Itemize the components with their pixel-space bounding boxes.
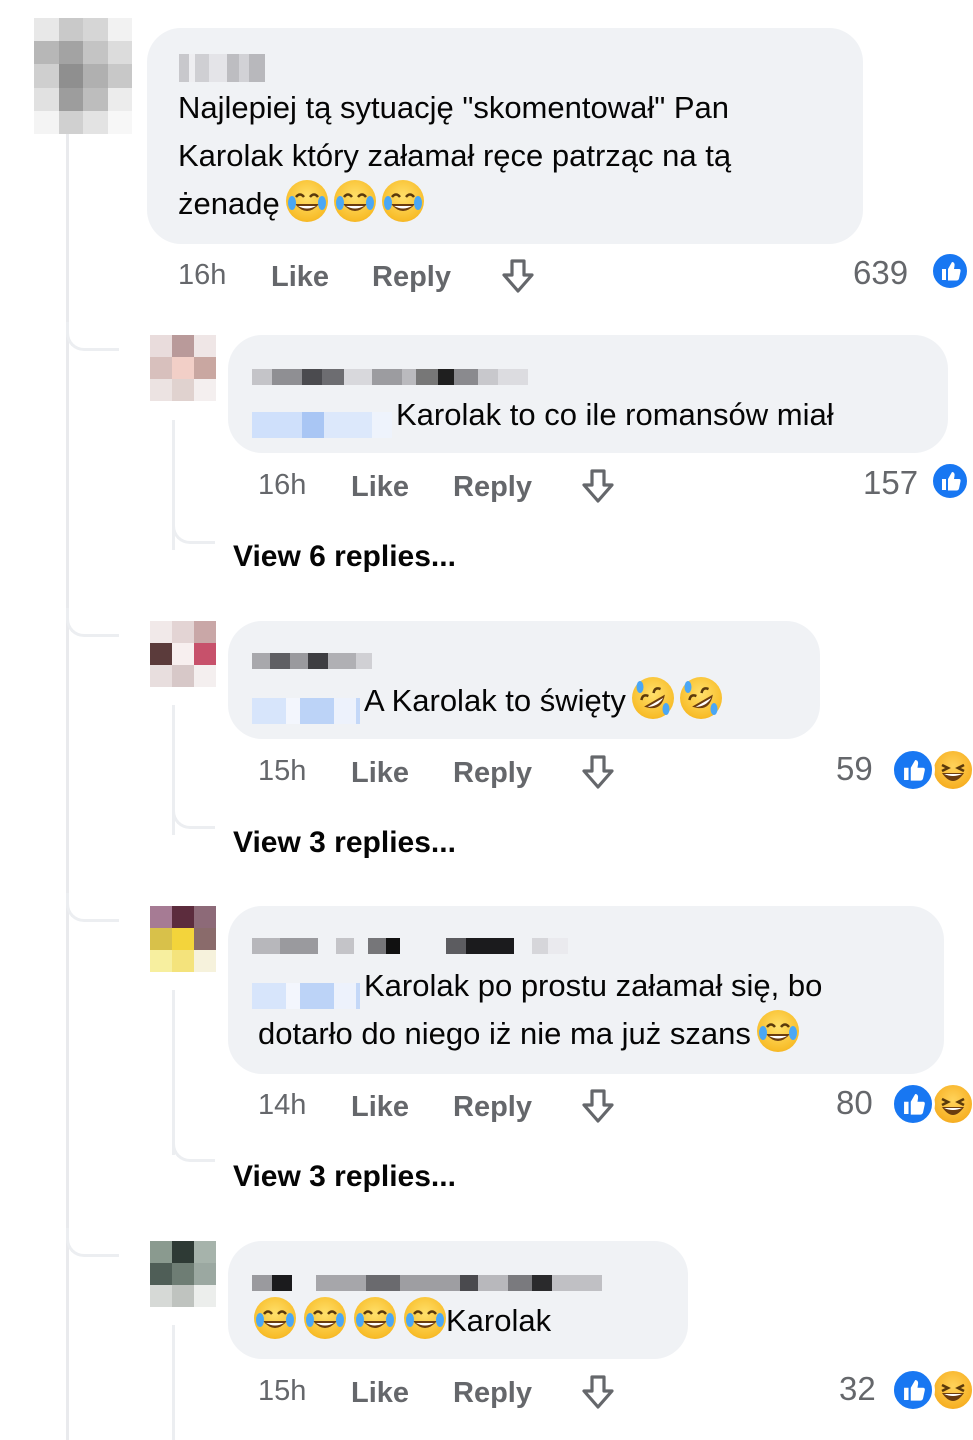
avatar[interactable] — [150, 335, 216, 401]
downvote-arrow-icon[interactable] — [579, 1373, 617, 1411]
author-name[interactable] — [252, 369, 528, 385]
reply-button[interactable]: Reply — [453, 757, 532, 790]
reply-connector — [172, 800, 215, 829]
comment-text: A Karolak to święty — [252, 677, 722, 725]
laughing-tears-emoji — [254, 1297, 296, 1339]
comment-text-line: A Karolak to święty — [364, 683, 626, 718]
like-reaction-icon[interactable] — [930, 251, 970, 291]
comment-text: Karolak który załamał ręce patrząc na tą — [178, 138, 732, 173]
author-name[interactable] — [252, 653, 372, 669]
rofl-emoji — [631, 677, 674, 719]
comment-text-line: Karolak — [446, 1303, 552, 1338]
reply-connector — [66, 322, 119, 351]
laughing-tears-emoji — [304, 1297, 346, 1339]
mention-tag[interactable] — [252, 404, 392, 438]
mention-tag[interactable] — [252, 975, 360, 1009]
comment-time[interactable]: 15h — [258, 1375, 306, 1408]
comment-bubble[interactable]: Karolak — [228, 1241, 688, 1359]
comment-text: Karolak — [254, 1297, 551, 1345]
reply-button[interactable]: Reply — [453, 1091, 532, 1124]
comment-text: Karolak to co ile romansów miał — [252, 391, 834, 439]
laughing-tears-emoji — [404, 1297, 446, 1339]
comment-time[interactable]: 15h — [258, 755, 306, 788]
comment-bubble[interactable]: Karolak po prostu załamał się, bo dotarł… — [228, 906, 944, 1074]
like-reaction-icon[interactable] — [930, 461, 970, 501]
laughing-tears-emoji — [756, 1010, 799, 1052]
comment-text-line: Karolak to co ile romansów miał — [396, 397, 834, 432]
laughing-tears-emoji — [285, 180, 328, 222]
laughing-tears-emoji — [333, 180, 376, 222]
comment-text-line: dotarło do niego iż nie ma już szans — [258, 1016, 751, 1051]
comment-time[interactable]: 16h — [258, 469, 306, 502]
downvote-arrow-icon[interactable] — [579, 467, 617, 505]
comment-time[interactable]: 16h — [178, 259, 226, 292]
mention-tag[interactable] — [252, 690, 360, 724]
reaction-count[interactable]: 639 — [853, 254, 908, 292]
comment-text: żenadę — [178, 180, 424, 228]
reaction-count[interactable]: 157 — [863, 464, 918, 502]
like-button[interactable]: Like — [351, 757, 409, 790]
comment-text: Najlepiej tą sytuację "skomentował" Pan — [178, 90, 730, 125]
haha-reaction-icon[interactable] — [931, 748, 973, 792]
reply-thread-line — [172, 990, 175, 1155]
reply-button[interactable]: Reply — [453, 471, 532, 504]
author-name[interactable] — [179, 54, 265, 82]
downvote-arrow-icon[interactable] — [579, 753, 617, 791]
like-reaction-icon[interactable] — [891, 1368, 935, 1412]
view-replies-link[interactable]: View 6 replies... — [233, 540, 456, 574]
reply-connector — [172, 1133, 215, 1162]
avatar[interactable] — [150, 906, 216, 972]
comment-text: Karolak po prostu załamał się, bo — [252, 962, 822, 1010]
like-reaction-icon[interactable] — [891, 1082, 935, 1126]
like-button[interactable]: Like — [271, 261, 329, 294]
downvote-arrow-icon[interactable] — [499, 257, 537, 295]
rofl-emoji — [679, 677, 722, 719]
author-name[interactable] — [252, 1275, 602, 1291]
view-replies-link[interactable]: View 3 replies... — [233, 826, 456, 860]
author-name[interactable] — [252, 938, 568, 954]
comment-time[interactable]: 14h — [258, 1089, 306, 1122]
like-button[interactable]: Like — [351, 1377, 409, 1410]
haha-reaction-icon[interactable] — [931, 1082, 973, 1126]
reply-connector — [66, 1228, 119, 1257]
like-button[interactable]: Like — [351, 471, 409, 504]
avatar[interactable] — [150, 621, 216, 687]
comment-bubble[interactable]: Najlepiej tą sytuację "skomentował" Pan … — [147, 28, 863, 244]
comment-text: dotarło do niego iż nie ma już szans — [258, 1010, 799, 1058]
view-replies-link[interactable]: View 3 replies... — [233, 1160, 456, 1194]
reply-connector — [172, 515, 215, 544]
comment-bubble[interactable]: A Karolak to święty — [228, 621, 820, 739]
comment-bubble[interactable]: Karolak to co ile romansów miał — [228, 335, 948, 453]
downvote-arrow-icon[interactable] — [579, 1087, 617, 1125]
like-button[interactable]: Like — [351, 1091, 409, 1124]
comment-text-line: żenadę — [178, 186, 280, 221]
laughing-tears-emoji — [381, 180, 424, 222]
reaction-count[interactable]: 32 — [839, 1370, 876, 1408]
comment-text-line: Karolak po prostu załamał się, bo — [364, 968, 823, 1003]
like-reaction-icon[interactable] — [891, 748, 935, 792]
laughing-tears-emoji — [354, 1297, 396, 1339]
avatar[interactable] — [150, 1241, 216, 1307]
reply-button[interactable]: Reply — [372, 261, 451, 294]
reply-connector — [66, 608, 119, 637]
reply-connector — [66, 893, 119, 922]
reply-button[interactable]: Reply — [453, 1377, 532, 1410]
avatar[interactable] — [34, 18, 132, 134]
haha-reaction-icon[interactable] — [931, 1368, 973, 1412]
reaction-count[interactable]: 59 — [836, 750, 873, 788]
reply-thread-line — [172, 1325, 175, 1440]
reaction-count[interactable]: 80 — [836, 1084, 873, 1122]
